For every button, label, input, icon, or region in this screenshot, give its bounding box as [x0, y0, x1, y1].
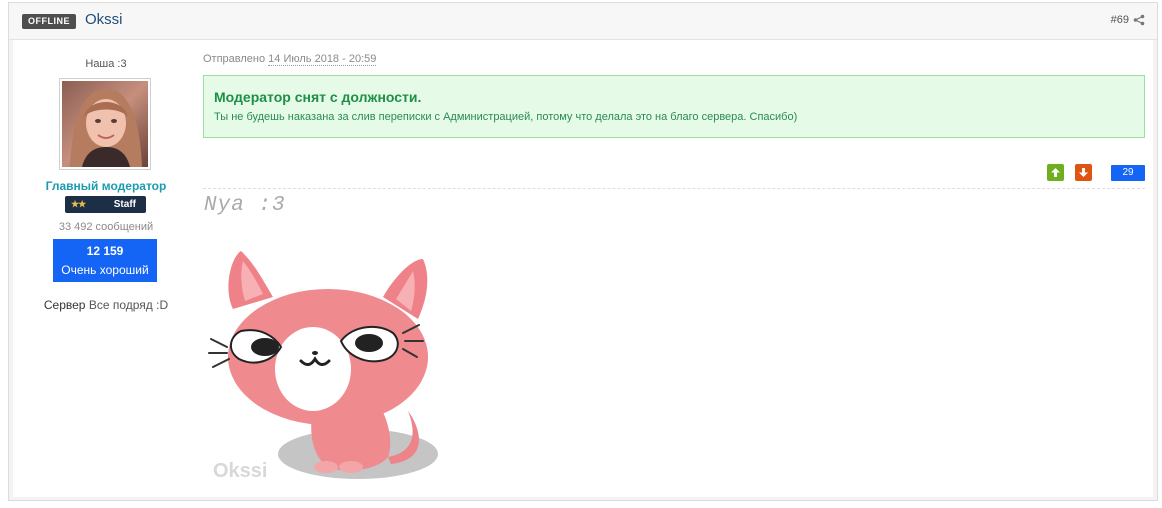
post-header: OFFLINE Okssi #69	[9, 3, 1157, 40]
post-number[interactable]: #69	[1111, 14, 1145, 26]
posted-date: 14 Июль 2018 - 20:59	[268, 53, 377, 66]
server-field-label: Сервер	[43, 298, 86, 312]
staff-badge: ★★ Staff	[65, 196, 146, 213]
posted-line: Отправлено 14 Июль 2018 - 20:59	[203, 53, 377, 66]
post-body: Наша :3 Главный модератор ★★ Staff 33 49…	[13, 40, 1153, 497]
forum-post: OFFLINE Okssi #69 Наша :3 Главный модера…	[8, 2, 1158, 501]
signature-image-watermark: Okssi	[213, 460, 267, 482]
posted-label: Отправлено	[203, 53, 266, 65]
server-field-value: Все подряд :D	[88, 298, 169, 312]
user-title: Наша :3	[85, 58, 127, 70]
reputation-value: 12 159	[86, 244, 124, 258]
avatar[interactable]	[59, 78, 151, 170]
signature-cat-image: Okssi	[203, 229, 459, 485]
signature-text: Nya :3	[204, 194, 286, 217]
vote-count[interactable]: 29	[1111, 165, 1145, 181]
moderation-notice-title: Модератор снят с должности.	[214, 89, 422, 105]
server-field: Сервер Все подряд :D	[13, 298, 199, 312]
vote-bar: 29	[203, 164, 1145, 189]
moderation-notice-text: Ты не будешь наказана за слив переписки …	[214, 111, 798, 123]
thumb-down-icon[interactable]	[1075, 164, 1092, 181]
share-icon[interactable]	[1133, 14, 1145, 26]
status-badge: OFFLINE	[22, 14, 76, 29]
staff-badge-label: Staff	[113, 199, 136, 210]
thumb-up-icon[interactable]	[1047, 164, 1064, 181]
reputation-box[interactable]: 12 159 Очень хороший	[53, 239, 157, 282]
post-count: 33 492 сообщений	[58, 221, 154, 233]
rank-stars-icon: ★★	[71, 199, 86, 209]
moderation-notice: Модератор снят с должности. Ты не будешь…	[203, 75, 1145, 138]
username-link[interactable]: Okssi	[85, 11, 123, 28]
post-number-label[interactable]: #69	[1111, 14, 1129, 26]
reputation-label: Очень хороший	[61, 263, 149, 277]
group-name: Главный модератор	[45, 179, 167, 193]
